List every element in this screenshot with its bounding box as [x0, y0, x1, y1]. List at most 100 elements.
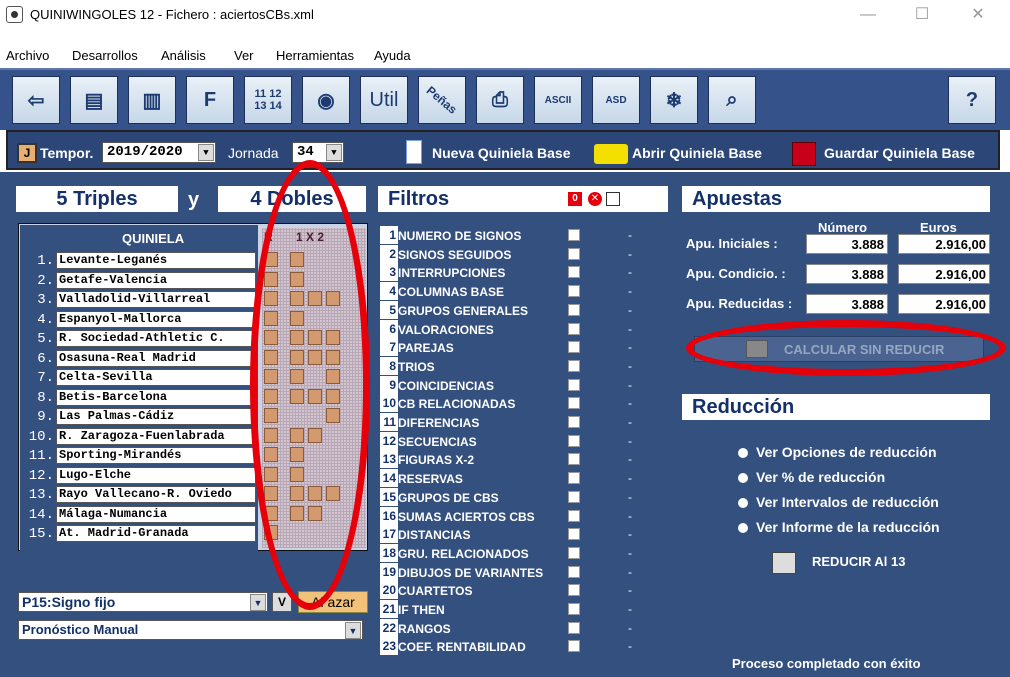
minimize-button[interactable]: —: [848, 4, 888, 26]
reduccion-option[interactable]: Ver Informe de la reducción: [756, 519, 940, 535]
guardar-quiniela-button[interactable]: Guardar Quiniela Base: [824, 145, 975, 161]
filter-name[interactable]: VALORACIONES: [398, 323, 494, 337]
match-name[interactable]: Málaga-Numancia: [56, 505, 256, 523]
radio-bullet-icon[interactable]: [738, 473, 748, 483]
filter-checkbox[interactable]: [568, 229, 580, 241]
menu-ver[interactable]: Ver: [234, 48, 254, 63]
filter-name[interactable]: COINCIDENCIAS: [398, 379, 494, 393]
filter-checkbox[interactable]: [568, 322, 580, 335]
filter-checkbox[interactable]: [568, 640, 580, 653]
nueva-quiniela-button[interactable]: Nueva Quiniela Base: [432, 145, 571, 161]
menu-analisis[interactable]: Análisis: [161, 48, 206, 63]
filter-name[interactable]: RANGOS: [398, 622, 451, 636]
filter-checkbox[interactable]: [568, 303, 580, 316]
numbers-button[interactable]: 11 12 13 14: [244, 76, 292, 124]
filter-name[interactable]: SIGNOS SEGUIDOS: [398, 248, 511, 262]
tempor-select[interactable]: 2019/2020 ▼: [102, 142, 216, 163]
maximize-button[interactable]: ☐: [902, 4, 942, 26]
snowflake-icon[interactable]: ❄: [650, 76, 698, 124]
filter-name[interactable]: INTERRUPCIONES: [398, 266, 505, 280]
match-name[interactable]: Las Palmas-Cádiz: [56, 408, 256, 425]
menu-desarrollos[interactable]: Desarrollos: [72, 48, 138, 63]
abrir-quiniela-button[interactable]: Abrir Quiniela Base: [632, 145, 762, 161]
match-name[interactable]: Rayo Vallecano-R. Oviedo: [56, 486, 256, 503]
filter-checkbox[interactable]: [568, 565, 580, 578]
filter-name[interactable]: GRU. RELACIONADOS: [398, 547, 529, 561]
match-name[interactable]: Valladolid-Villarreal: [56, 291, 256, 308]
reduccion-option[interactable]: Ver Opciones de reducción: [756, 444, 937, 460]
filter-checkbox[interactable]: [568, 603, 580, 615]
match-name[interactable]: Lugo-Elche: [56, 466, 256, 484]
p15-select[interactable]: P15:Signo fijo ▼: [18, 592, 268, 612]
ascii-button[interactable]: ASCII: [534, 76, 582, 124]
document-icon[interactable]: ▤: [70, 76, 118, 124]
filter-name[interactable]: GRUPOS DE CBS: [398, 491, 499, 505]
filter-checkbox[interactable]: [568, 546, 580, 559]
match-name[interactable]: Getafe-Valencia: [56, 271, 256, 289]
formula-icon[interactable]: F: [186, 76, 234, 124]
menu-herramientas[interactable]: Herramientas: [276, 48, 354, 63]
filter-name[interactable]: PAREJAS: [398, 341, 454, 355]
filter-name[interactable]: COLUMNAS BASE: [398, 285, 504, 299]
filter-name[interactable]: IF THEN: [398, 603, 445, 617]
filter-name[interactable]: DISTANCIAS: [398, 528, 470, 542]
back-arrow-icon[interactable]: ⇦: [12, 76, 60, 124]
menu-archivo[interactable]: Archivo: [6, 48, 49, 63]
filter-checkbox[interactable]: [568, 584, 580, 597]
reduccion-option[interactable]: Ver Intervalos de reducción: [756, 494, 939, 510]
penas-button[interactable]: Peñas: [418, 76, 466, 124]
match-name[interactable]: Sporting-Mirandés: [56, 447, 256, 464]
reduccion-option[interactable]: Ver % de reducción: [756, 469, 885, 485]
filter-name[interactable]: NUMERO DE SIGNOS: [398, 229, 521, 243]
filter-checkbox[interactable]: [568, 341, 580, 354]
filter-checkbox[interactable]: [568, 434, 580, 447]
filter-name[interactable]: CB RELACIONADAS: [398, 397, 515, 411]
match-name[interactable]: Betis-Barcelona: [56, 388, 256, 406]
clear-icon[interactable]: ✕: [588, 192, 602, 206]
match-name[interactable]: Celta-Sevilla: [56, 369, 256, 386]
match-name[interactable]: At. Madrid-Granada: [56, 525, 256, 542]
menu-ayuda[interactable]: Ayuda: [374, 48, 411, 63]
match-name[interactable]: Espanyol-Mallorca: [56, 310, 256, 328]
filter-name[interactable]: RESERVAS: [398, 472, 463, 486]
match-name[interactable]: Osasuna-Real Madrid: [56, 349, 256, 367]
filter-name[interactable]: TRIOS: [398, 360, 435, 374]
help-icon[interactable]: ?: [948, 76, 996, 124]
filter-name[interactable]: DIFERENCIAS: [398, 416, 479, 430]
filter-checkbox[interactable]: [568, 285, 580, 298]
filter-checkbox[interactable]: [568, 528, 580, 541]
filter-checkbox[interactable]: [568, 490, 580, 503]
reducir-button[interactable]: REDUCIR Al 13: [812, 554, 905, 569]
radio-bullet-icon[interactable]: [738, 498, 748, 508]
match-name[interactable]: R. Sociedad-Athletic C.: [56, 330, 256, 347]
filter-checkbox[interactable]: [568, 247, 580, 260]
filter-checkbox[interactable]: [568, 472, 580, 485]
util-button[interactable]: Util: [360, 76, 408, 124]
match-name[interactable]: Levante-Leganés: [56, 252, 256, 269]
print-icon[interactable]: ⎙: [476, 76, 524, 124]
filter-checkbox[interactable]: [568, 359, 580, 372]
filter-checkbox[interactable]: [568, 621, 580, 634]
match-name[interactable]: R. Zaragoza-Fuenlabrada: [56, 427, 256, 445]
jornada-select[interactable]: 34 ▼: [292, 142, 344, 163]
radio-bullet-icon[interactable]: [738, 448, 748, 458]
filter-checkbox[interactable]: [568, 397, 580, 410]
filter-name[interactable]: CUARTETOS: [398, 584, 472, 598]
filter-checkbox[interactable]: [568, 378, 580, 391]
filter-checkbox[interactable]: [568, 453, 580, 466]
filter-checkbox[interactable]: [568, 509, 580, 522]
filter-checkbox[interactable]: [568, 266, 580, 279]
zero-icon[interactable]: 0: [568, 192, 582, 206]
filter-checkbox[interactable]: [568, 416, 580, 428]
close-button[interactable]: ✕: [958, 4, 998, 26]
filter-name[interactable]: SECUENCIAS: [398, 435, 477, 449]
filter-name[interactable]: COEF. RENTABILIDAD: [398, 640, 526, 654]
check-all-icon[interactable]: [606, 192, 620, 206]
coins-icon[interactable]: ◉: [302, 76, 350, 124]
filter-name[interactable]: FIGURAS X-2: [398, 453, 474, 467]
chart-icon[interactable]: ▥: [128, 76, 176, 124]
filter-name[interactable]: SUMAS ACIERTOS CBS: [398, 510, 535, 524]
radio-bullet-icon[interactable]: [738, 523, 748, 533]
pronostico-select[interactable]: Pronóstico Manual ▼: [18, 620, 363, 640]
filter-name[interactable]: DIBUJOS DE VARIANTES: [398, 566, 543, 580]
